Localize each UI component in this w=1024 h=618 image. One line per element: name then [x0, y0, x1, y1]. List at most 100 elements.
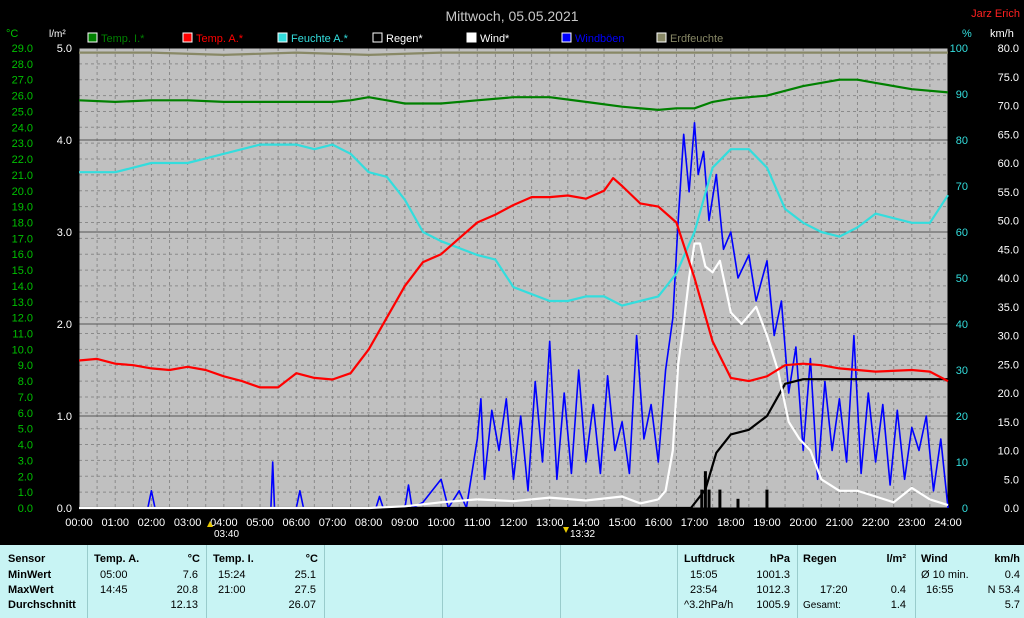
temp-tick-label: 11.0 — [12, 329, 33, 341]
temp-axis: 0.0 1.0 2.0 3.0 4.0 5.0 6.0 7.0 8.0 9.0 10.0 11.0 12… — [12, 43, 33, 515]
humidity-tick-label: 20 — [956, 411, 968, 423]
temp-tick-label: 28.0 — [12, 59, 33, 71]
legend: Temp. I.* Temp. A.* Feuchte A.* Regen* Wind*… — [87, 32, 723, 45]
wind-unit: km/h — [994, 553, 1020, 565]
humidity-tick-label: 50 — [956, 273, 968, 285]
temp-tick-label: 29.0 — [12, 43, 33, 55]
humidity-tick-label: 70 — [956, 181, 968, 193]
rain-bar — [707, 489, 711, 508]
time-tick-label: 21:00 — [826, 517, 854, 529]
weather-chart-window: 0.0 1.0 2.0 3.0 4.0 5.0 6.0 7.0 8.0 9.0 10.0 11.0 12… — [0, 0, 1024, 618]
time-tick-label: 16:00 — [645, 517, 673, 529]
wind-header: Wind — [921, 553, 948, 565]
legend-label: Wind* — [480, 33, 510, 45]
pressure-max-value: 1012.3 — [756, 584, 790, 596]
temp-tick-label: 6.0 — [18, 408, 33, 420]
legend-item: Regen* — [372, 32, 423, 45]
time-tick-label: 17:00 — [681, 517, 709, 529]
legend-swatch — [277, 32, 288, 43]
temp-i-min-value: 25.1 — [294, 569, 316, 581]
temp-tick-label: 25.0 — [12, 106, 33, 118]
time-tick-label: 12:00 — [500, 517, 528, 529]
temp-tick-label: 13.0 — [12, 297, 33, 309]
wind-tick-label: 35.0 — [998, 302, 1019, 314]
table-divider — [87, 545, 88, 618]
legend-swatch — [372, 32, 383, 43]
rain-axis: 0.0 1.0 2.0 3.0 4.0 5.0 — [57, 43, 72, 515]
pressure-avg: 1005.9 — [756, 599, 790, 611]
wind-avg10-value: 0.4 — [1004, 569, 1020, 581]
rain-header: Regen — [803, 553, 837, 565]
wind-tick-label: 20.0 — [998, 388, 1019, 400]
pressure-unit: hPa — [769, 553, 790, 565]
humidity-axis: 0 10 20 30 40 50 60 70 80 90 100 — [950, 43, 968, 515]
temp-i-min-time: 15:24 — [218, 569, 246, 581]
legend-swatch — [561, 32, 572, 43]
temp-tick-label: 27.0 — [12, 75, 33, 87]
sunset-marker: 13:32 — [563, 527, 595, 540]
rain-max-value: 0.4 — [890, 584, 906, 596]
humidity-tick-label: 40 — [956, 319, 968, 331]
row-label-avg: Durchschnitt — [8, 599, 76, 611]
humidity-tick-label: 90 — [956, 89, 968, 101]
temp-tick-label: 0.0 — [18, 503, 33, 515]
temp-tick-label: 8.0 — [18, 376, 33, 388]
legend-swatch — [182, 32, 193, 43]
temp-tick-label: 3.0 — [18, 455, 33, 467]
wind-tick-label: 25.0 — [998, 359, 1019, 371]
table-divider — [560, 545, 561, 618]
wind-tick-label: 55.0 — [998, 187, 1019, 199]
rain-tick-label: 2.0 — [57, 319, 72, 331]
wind-tick-label: 40.0 — [998, 273, 1019, 285]
legend-label: Feuchte A.* — [291, 33, 349, 45]
humidity-tick-label: 10 — [956, 457, 968, 469]
time-tick-label: 13:00 — [536, 517, 564, 529]
time-tick-label: 08:00 — [355, 517, 383, 529]
temp-tick-label: 23.0 — [12, 138, 33, 150]
time-tick-label: 15:00 — [608, 517, 636, 529]
legend-swatch — [656, 32, 667, 43]
wind-max-value: N 53.4 — [987, 584, 1020, 596]
time-tick-label: 06:00 — [282, 517, 310, 529]
table-divider — [677, 545, 678, 618]
row-label-max: MaxWert — [8, 584, 54, 596]
rain-tick-label: 4.0 — [57, 135, 72, 147]
humidity-tick-label: 100 — [950, 43, 968, 55]
time-tick-label: 03:00 — [174, 517, 202, 529]
time-tick-label: 20:00 — [789, 517, 817, 529]
rain-total-label: Gesamt: — [803, 600, 841, 611]
humidity-tick-label: 80 — [956, 135, 968, 147]
humidity-tick-label: 60 — [956, 227, 968, 239]
time-tick-label: 02:00 — [138, 517, 166, 529]
legend-label: Temp. I.* — [101, 33, 145, 45]
pressure-trend: ^3.2hPa/h — [684, 599, 734, 611]
rain-bar — [765, 489, 769, 508]
temp-a-header: Temp. A. — [94, 553, 140, 565]
temp-tick-label: 15.0 — [12, 265, 33, 277]
wind-tick-label: 60.0 — [998, 158, 1019, 170]
sunset-icon — [563, 527, 569, 533]
temp-tick-label: 10.0 — [12, 344, 33, 356]
temp-a-max-time: 14:45 — [100, 584, 128, 596]
time-tick-label: 19:00 — [753, 517, 781, 529]
humidity-tick-label: 0 — [962, 503, 968, 515]
legend-label: Erdfeuchte — [670, 33, 723, 45]
temp-a-max-value: 20.8 — [176, 584, 198, 596]
temp-tick-label: 26.0 — [12, 91, 33, 103]
time-axis: 00:00 01:00 02:00 03:00 04:00 05:00 06:00 07:00… — [65, 517, 962, 529]
temp-tick-label: 14.0 — [12, 281, 33, 293]
temp-i-avg: 26.07 — [288, 599, 316, 611]
wind-tick-label: 5.0 — [1004, 474, 1019, 486]
wind-tick-label: 15.0 — [998, 417, 1019, 429]
temp-tick-label: 24.0 — [12, 122, 33, 134]
temp-tick-label: 5.0 — [18, 424, 33, 436]
sensor-header: Sensor — [8, 553, 46, 565]
author-label: Jarz Erich — [971, 8, 1020, 20]
rain-tick-label: 3.0 — [57, 227, 72, 239]
temp-i-max-time: 21:00 — [218, 584, 246, 596]
wind-tick-label: 75.0 — [998, 72, 1019, 84]
rain-max-time: 17:20 — [820, 584, 848, 596]
table-divider — [915, 545, 916, 618]
pressure-max-time: 23:54 — [690, 584, 718, 596]
legend-label: Temp. A.* — [196, 33, 244, 45]
